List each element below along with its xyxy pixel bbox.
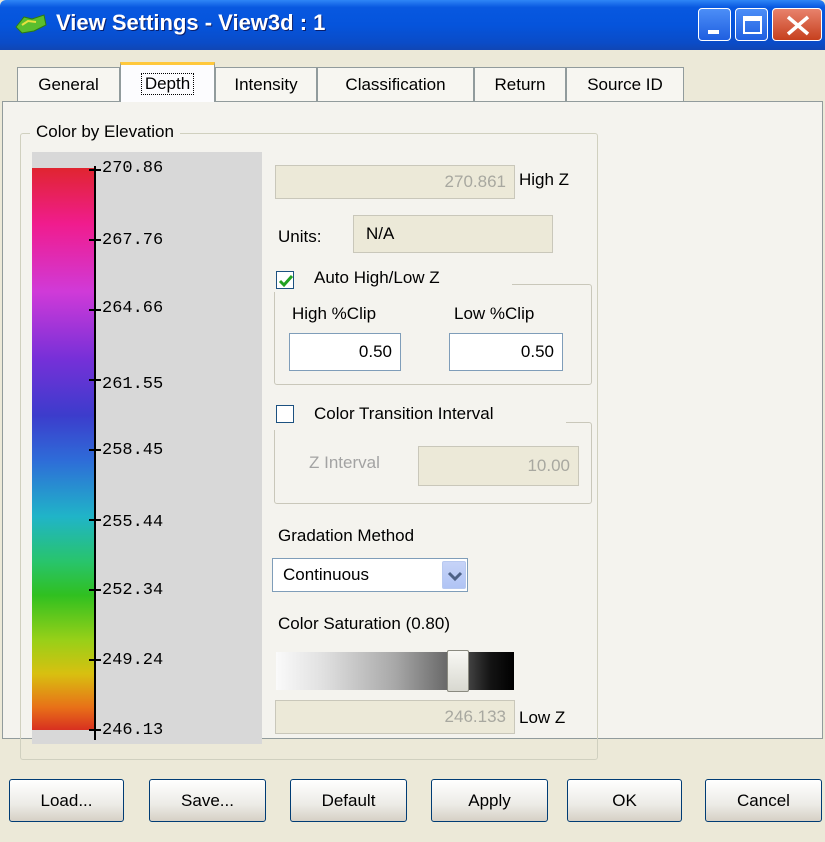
default-button[interactable]: Default — [290, 779, 407, 822]
color-saturation-slider[interactable] — [276, 652, 514, 690]
color-saturation-thumb[interactable] — [447, 650, 469, 692]
scale-tick — [89, 309, 101, 311]
units-field: N/A — [353, 215, 553, 253]
scale-tick — [89, 379, 101, 381]
tab-depth-label: Depth — [140, 72, 195, 95]
save-button[interactable]: Save... — [149, 779, 266, 822]
cancel-button[interactable]: Cancel — [705, 779, 822, 822]
tab-depth[interactable]: Depth — [120, 62, 215, 102]
scale-label: 261.55 — [102, 375, 164, 394]
ok-button[interactable]: OK — [567, 779, 682, 822]
tab-source-id-label: Source ID — [587, 74, 663, 94]
chevron-down-icon — [447, 571, 463, 582]
color-by-elevation-label: Color by Elevation — [30, 122, 180, 142]
elevation-color-bar — [32, 168, 94, 730]
tab-classification-label: Classification — [345, 74, 446, 94]
z-interval-label: Z Interval — [309, 453, 380, 472]
tab-intensity[interactable]: Intensity — [215, 67, 317, 101]
close-icon — [786, 15, 810, 36]
scale-tick — [89, 519, 101, 521]
scale-tick — [89, 449, 101, 451]
elevation-scale-axis — [94, 166, 96, 740]
auto-high-low-label: Auto High/Low Z — [314, 268, 440, 287]
scale-label: 264.66 — [102, 299, 164, 318]
scale-label: 252.34 — [102, 581, 164, 600]
minimize-button[interactable] — [698, 8, 731, 41]
lidar-app-icon — [14, 13, 48, 35]
scale-label: 255.44 — [102, 513, 164, 532]
low-z-field: 246.133 — [275, 700, 515, 734]
scale-tick — [89, 239, 101, 241]
scale-tick — [89, 169, 101, 171]
scale-label: 267.76 — [102, 231, 164, 250]
tab-return-label: Return — [494, 74, 546, 94]
high-z-label: High Z — [519, 170, 570, 189]
low-clip-label: Low %Clip — [454, 304, 535, 323]
scale-tick — [89, 729, 101, 731]
window-title: View Settings - View3d : 1 — [56, 10, 326, 35]
load-button[interactable]: Load... — [9, 779, 124, 822]
maximize-button[interactable] — [735, 8, 768, 41]
units-label: Units: — [278, 227, 322, 246]
tab-general[interactable]: General — [17, 67, 120, 101]
z-interval-field: 10.00 — [418, 446, 579, 486]
checkmark-icon — [278, 275, 294, 288]
scale-tick — [89, 659, 101, 661]
tab-classification[interactable]: Classification — [317, 67, 474, 101]
tab-return[interactable]: Return — [474, 67, 566, 101]
tab-general-label: General — [38, 74, 99, 94]
scale-tick — [89, 589, 101, 591]
low-z-label: Low Z — [519, 708, 566, 727]
minimize-icon — [708, 30, 719, 34]
scale-label: 258.45 — [102, 441, 164, 460]
tab-source-id[interactable]: Source ID — [566, 67, 684, 101]
low-clip-input[interactable]: 0.50 — [449, 333, 563, 371]
gradation-method-select[interactable]: Continuous — [272, 558, 468, 592]
high-clip-label: High %Clip — [292, 304, 377, 323]
maximize-icon — [743, 16, 762, 34]
scale-label: 246.13 — [102, 721, 164, 740]
close-button[interactable] — [772, 8, 822, 41]
scale-label: 249.24 — [102, 651, 164, 670]
gradation-method-value: Continuous — [283, 565, 370, 584]
apply-button[interactable]: Apply — [431, 779, 548, 822]
color-transition-label: Color Transition Interval — [314, 404, 494, 423]
high-clip-input[interactable]: 0.50 — [289, 333, 401, 371]
auto-high-low-checkbox[interactable] — [276, 271, 294, 289]
color-saturation-label: Color Saturation (0.80) — [278, 614, 450, 633]
color-transition-checkbox[interactable] — [276, 405, 294, 423]
scale-label: 270.86 — [102, 159, 164, 178]
gradation-method-label: Gradation Method — [278, 526, 415, 545]
tab-intensity-label: Intensity — [234, 74, 298, 94]
high-z-field: 270.861 — [275, 165, 515, 199]
gradation-dropdown-button[interactable] — [442, 561, 466, 589]
